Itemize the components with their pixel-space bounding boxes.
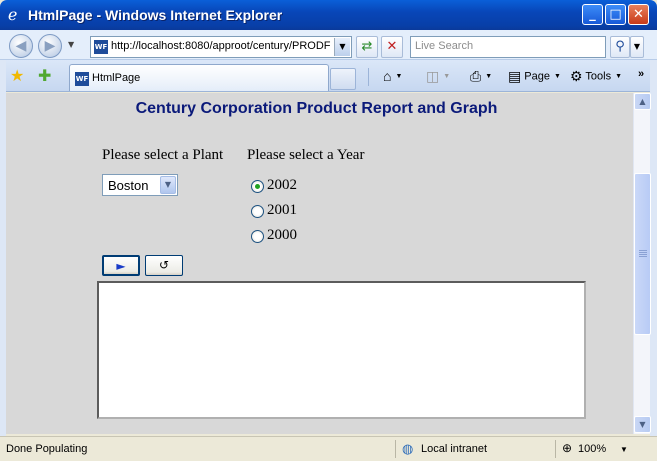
favorites-star-icon[interactable]: ★ [10,66,24,85]
print-button[interactable]: ⎙ ▼ [470,68,492,85]
gear-icon: ⚙ [570,68,583,84]
chevron-more-icon[interactable]: » [638,68,644,80]
scroll-down-button[interactable]: ▼ [634,416,651,433]
tab-label: HtmlPage [92,72,141,84]
year-radio-2000[interactable] [251,230,264,243]
year-option-label: 2000 [267,227,297,243]
year-radio-2002[interactable] [251,180,264,193]
tab-toolbar: ★ ✚ WF HtmlPage ⌂ ▼ ◫ ▼ ⎙ ▼ ▤ Page ▼ ⚙ Tools… [0,60,657,92]
status-separator [395,440,396,458]
window-frame-right [650,60,657,436]
zoom-dropdown[interactable]: ▼ [620,445,628,454]
plant-label: Please select a Plant [102,147,224,163]
feeds-button[interactable]: ◫ ▼ [426,68,450,85]
run-report-button[interactable]: ► [102,255,140,276]
status-text: Done Populating [6,443,88,455]
chevron-down-icon[interactable]: ▼ [160,176,176,194]
search-options-dropdown[interactable]: ▼ [630,36,644,58]
tab-htmlpage[interactable]: WF HtmlPage [69,64,329,91]
security-zone: Local intranet [421,443,488,455]
address-dropdown-button[interactable]: ▼ [334,38,350,56]
page-icon: ▤ [508,68,522,84]
scroll-up-button[interactable]: ▲ [634,93,651,110]
scroll-thumb[interactable] [634,173,651,335]
plant-select-value: Boston [108,178,149,193]
stop-button[interactable]: ✕ [381,36,403,58]
zoom-level[interactable]: 100% [578,443,606,455]
minimize-button[interactable]: _ [582,4,603,25]
search-placeholder: Live Search [415,40,474,52]
page-favicon-icon: WF [94,40,108,54]
refresh-button[interactable]: ⇄ [356,36,378,58]
home-button[interactable]: ⌂ ▼ [383,68,402,84]
page-menu[interactable]: ▤ Page ▼ [508,68,561,85]
address-toolbar: ◀ ▶ ▼ WF http://localhost:8080/approot/c… [0,30,657,60]
ie-logo-icon: ℯ [8,5,18,24]
window-title: HtmlPage - Windows Internet Explorer [28,7,283,23]
address-url[interactable]: http://localhost:8080/approot/century/PR… [111,40,333,52]
add-favorite-icon[interactable]: ✚ [38,66,51,85]
maximize-button[interactable]: □ [605,4,626,25]
page-menu-label: Page [524,70,550,83]
page-title: Century Corporation Product Report and G… [135,100,498,117]
reset-button[interactable]: ↺ [145,255,183,276]
tools-menu-label: Tools [585,70,612,83]
search-icon[interactable]: ⚲ [610,36,630,58]
plant-select[interactable]: Boston ▼ [102,174,178,196]
page-content: Century Corporation Product Report and G… [6,93,633,434]
address-bar[interactable]: WF http://localhost:8080/approot/century… [90,36,352,58]
tools-menu[interactable]: ⚙ Tools ▼ [570,68,622,85]
toolbar-separator [368,68,369,86]
report-output-frame [97,281,586,419]
close-button[interactable]: ✕ [628,4,649,25]
zoom-icon: ⊕ [562,441,573,455]
home-icon: ⌂ [383,68,392,84]
vertical-scrollbar[interactable]: ▲ ▼ [633,93,651,434]
globe-icon: ◍ [402,441,414,456]
year-option-label: 2002 [267,177,297,193]
recent-pages-dropdown[interactable]: ▼ [68,40,74,49]
rss-icon: ◫ [426,68,440,84]
search-input[interactable]: Live Search [410,36,606,58]
status-separator [555,440,556,458]
status-bar: Done Populating ◍ Local intranet ⊕ 100% … [0,436,657,461]
printer-icon: ⎙ [470,68,482,84]
year-label: Please select a Year [247,147,365,163]
title-bar: ℯ HtmlPage - Windows Internet Explorer _… [0,0,657,30]
year-option-label: 2001 [267,202,297,218]
year-radio-2001[interactable] [251,205,264,218]
back-button[interactable]: ◀ [9,34,33,58]
new-tab-button[interactable] [330,68,356,90]
forward-button[interactable]: ▶ [38,34,62,58]
tab-favicon-icon: WF [75,72,89,86]
